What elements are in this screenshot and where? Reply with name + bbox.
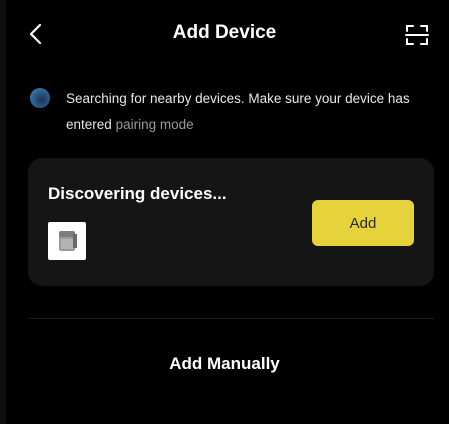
scan-button[interactable] [404,22,430,48]
page-title: Add Device [172,22,277,43]
device-thumbnail[interactable] [48,222,86,260]
pairing-mode-link[interactable]: pairing mode [116,117,194,132]
header: Add Device [0,0,449,72]
divider [28,318,434,319]
add-manually-button[interactable]: Add Manually [0,354,449,374]
discovery-card: Discovering devices... Add [28,158,434,286]
scan-icon [405,25,429,45]
add-button[interactable]: Add [312,200,414,246]
searching-spinner-icon [30,88,50,108]
discovery-title: Discovering devices... [48,184,227,203]
device-thumbnail-icon [59,231,77,251]
status-message: Searching for nearby devices. Make sure … [66,86,426,138]
